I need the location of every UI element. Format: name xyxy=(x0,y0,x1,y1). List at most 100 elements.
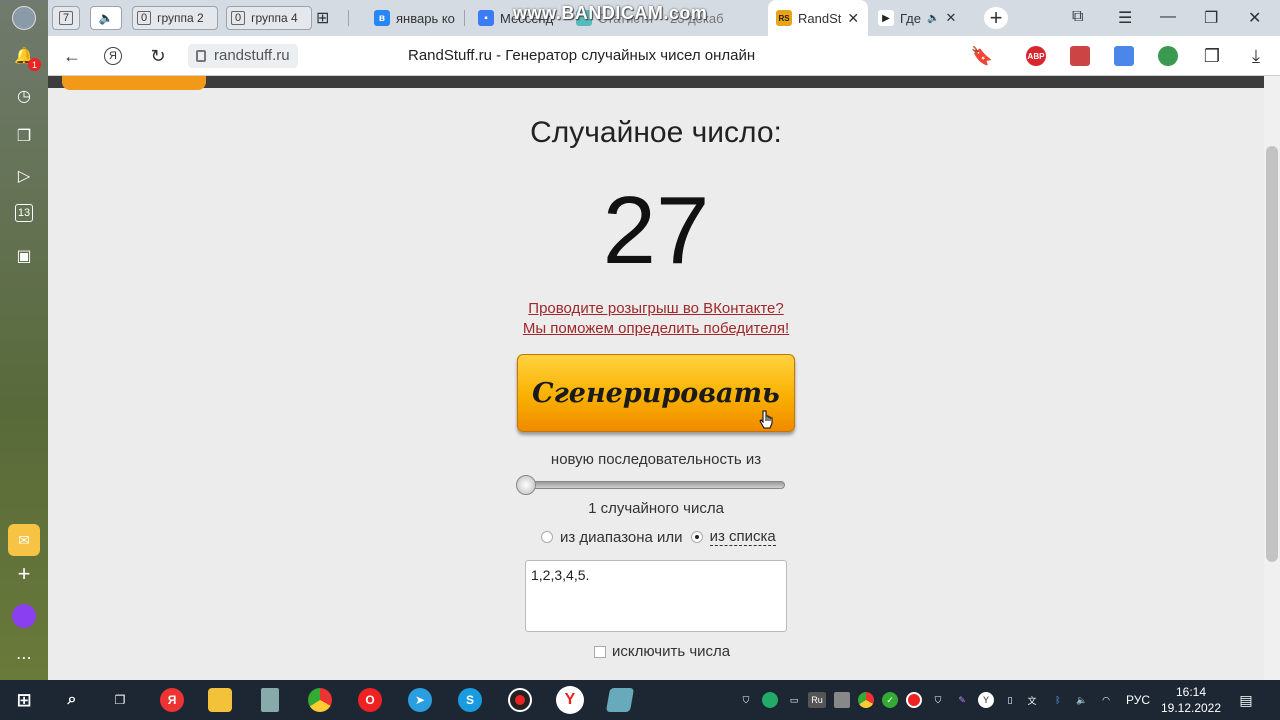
pinned-group-4[interactable]: 0 группа 4 xyxy=(226,6,312,30)
ru-tray-icon[interactable]: Ru xyxy=(808,692,826,708)
restore-icon[interactable]: ❐ xyxy=(1204,8,1218,28)
messenger-icon: ▪ xyxy=(478,10,494,26)
task-view-icon[interactable]: ❐ xyxy=(108,688,132,712)
group-count: 0 xyxy=(137,11,152,25)
tab-video[interactable]: ▶ Где 🔈 ✕ xyxy=(878,4,964,32)
bluetooth-tray-icon[interactable]: ᛒ xyxy=(1050,692,1066,708)
screenshot-icon[interactable]: ▣ xyxy=(12,244,36,268)
slider-knob[interactable] xyxy=(516,475,536,495)
skype-icon[interactable]: S xyxy=(458,688,482,712)
tabs-menu-icon[interactable]: ⧉ xyxy=(1072,8,1083,26)
notifications-bell-icon[interactable]: 🔔 1 xyxy=(12,44,41,71)
clock-time: 16:14 xyxy=(1175,685,1207,699)
tray-green-icon[interactable] xyxy=(762,692,778,708)
range-radio-label[interactable]: из диапазона или xyxy=(560,529,683,546)
back-icon[interactable]: ← xyxy=(60,44,84,68)
close-tab-icon[interactable]: ✕ xyxy=(847,10,859,27)
yandex-icon[interactable]: Я xyxy=(104,47,122,65)
windows-start-icon[interactable]: ⊞ xyxy=(12,688,36,712)
exclude-label[interactable]: исключить числа xyxy=(612,643,730,660)
browser-menu-icon[interactable]: ☰ xyxy=(1118,8,1132,28)
close-window-icon[interactable]: ✕ xyxy=(1248,8,1261,28)
page-scrollbar[interactable] xyxy=(1264,76,1280,680)
alice-assistant-icon[interactable] xyxy=(12,604,36,628)
mail-icon[interactable]: ✉ xyxy=(8,524,40,556)
tab-randstuff-active[interactable]: RS RandSt ✕ xyxy=(768,0,868,36)
exclude-checkbox[interactable] xyxy=(594,645,606,658)
battery-tray-icon[interactable]: ▯ xyxy=(1002,692,1018,708)
yandex-taskbar-icon[interactable]: Я xyxy=(160,688,184,712)
add-panel-icon[interactable]: + xyxy=(12,561,36,586)
vk-promo-link-2[interactable]: Мы поможем определить победителя! xyxy=(48,320,1264,337)
downloads-icon[interactable]: ⤓ xyxy=(1244,44,1268,68)
randstuff-favicon: RS xyxy=(776,10,792,26)
network-tray-icon[interactable]: ▭ xyxy=(786,692,802,708)
list-radio-label[interactable]: из списка xyxy=(709,528,776,546)
sound-tab[interactable]: 🔈 xyxy=(90,6,122,30)
chrome-tray-icon[interactable] xyxy=(858,692,874,708)
bookmark-icon[interactable]: 🔖 xyxy=(970,44,994,68)
ime-tray-icon[interactable]: 文 xyxy=(1024,692,1040,708)
defender-tray-icon[interactable]: ⛉ xyxy=(930,692,946,708)
shield-extension-icon[interactable] xyxy=(1158,46,1178,66)
new-tab-button[interactable]: + xyxy=(984,7,1008,29)
vk-icon: в xyxy=(374,10,390,26)
calculator-icon[interactable] xyxy=(261,688,279,712)
avatar[interactable] xyxy=(12,6,36,30)
yandex-browser-active-icon[interactable]: Y xyxy=(556,686,584,714)
tab-vk[interactable]: в январь ко xyxy=(374,4,460,32)
list-textarea[interactable]: 1,2,3,4,5. xyxy=(525,560,787,632)
history-icon[interactable]: ◷ xyxy=(12,84,36,108)
generate-button[interactable]: Сгенерировать xyxy=(517,354,795,432)
bandicam-icon[interactable] xyxy=(508,688,532,712)
vk-promo-link-1[interactable]: Проводите розыгрыш во ВКонтакте? xyxy=(48,300,1264,317)
tab-label: RandSt xyxy=(798,10,842,26)
pen-tray-icon[interactable]: ✎ xyxy=(954,692,970,708)
video-icon[interactable]: ▷ xyxy=(12,164,36,188)
windows-taskbar: ⊞ ⌕ ❐ Я O ➤ S Y ⛉ ▭ Ru ✓ ⛉ ✎ Y ▯ 文 ᛒ 🔈 ◠… xyxy=(0,680,1280,720)
list-radio[interactable] xyxy=(690,531,703,543)
url-field[interactable]: randstuff.ru xyxy=(188,44,298,68)
wifi-tray-icon[interactable]: ◠ xyxy=(1098,692,1114,708)
record-tray-icon[interactable] xyxy=(906,692,922,708)
tray-icon[interactable] xyxy=(834,692,850,708)
file-explorer-icon[interactable] xyxy=(208,688,232,712)
mouse-cursor-icon xyxy=(759,410,773,429)
play-icon: ▶ xyxy=(878,10,894,26)
address-bar: ← Я ↻ randstuff.ru RandStuff.ru - Генера… xyxy=(48,36,1280,76)
chrome-icon[interactable] xyxy=(308,688,332,712)
pinned-group-2[interactable]: 0 группа 2 xyxy=(132,6,218,30)
minimize-icon[interactable]: — xyxy=(1160,8,1176,26)
volume-tray-icon[interactable]: 🔈 xyxy=(1074,692,1090,708)
language-indicator[interactable]: РУС xyxy=(1126,693,1150,707)
adblock-icon[interactable]: ABP xyxy=(1026,46,1046,66)
check-tray-icon[interactable]: ✓ xyxy=(882,692,898,708)
reader-icon[interactable]: ❐ xyxy=(1200,44,1224,68)
telegram-icon[interactable]: ➤ xyxy=(408,688,432,712)
calendar-icon[interactable]: 13 xyxy=(15,204,33,222)
scrollbar-thumb[interactable] xyxy=(1266,146,1278,562)
extension-icon[interactable] xyxy=(1070,46,1090,66)
translate-icon[interactable] xyxy=(1114,46,1134,66)
range-radio[interactable] xyxy=(541,531,553,543)
pinned-group-1[interactable]: 7 xyxy=(52,6,80,30)
notification-center-icon[interactable]: ▤ xyxy=(1238,692,1254,708)
app-icon[interactable] xyxy=(605,688,635,712)
pinned-count: 7 xyxy=(58,11,74,25)
tab-divider xyxy=(464,10,465,26)
mode-radios: из диапазона или из списка xyxy=(541,528,776,546)
yandex-tray-icon[interactable]: Y xyxy=(978,692,994,708)
collections-icon[interactable]: ❐ xyxy=(12,124,36,148)
opera-icon[interactable]: O xyxy=(358,688,382,712)
taskbar-clock[interactable]: 16:14 19.12.2022 xyxy=(1158,684,1224,716)
more-icon[interactable]: ⋯ xyxy=(12,646,36,670)
reload-icon[interactable]: ↻ xyxy=(146,44,170,68)
group-label: группа 2 xyxy=(157,11,204,25)
shield-tray-icon[interactable]: ⛉ xyxy=(738,692,754,708)
site-header-tab xyxy=(62,76,206,90)
count-slider[interactable] xyxy=(516,475,785,495)
new-group-icon[interactable]: ⊞ xyxy=(316,4,340,32)
sequence-label: новую последовательность из xyxy=(550,451,762,468)
search-icon[interactable]: ⌕ xyxy=(60,688,84,712)
close-tab-icon[interactable]: ✕ xyxy=(945,10,956,26)
